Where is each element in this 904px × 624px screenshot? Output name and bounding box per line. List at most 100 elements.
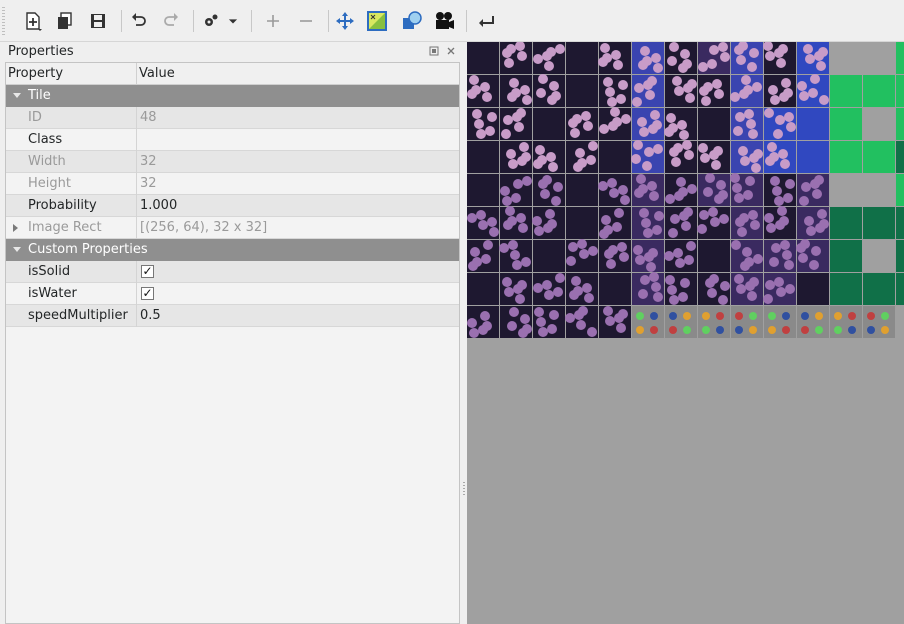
tile[interactable] bbox=[863, 75, 895, 107]
property-name: isSolid bbox=[28, 264, 71, 279]
tile[interactable] bbox=[599, 273, 631, 305]
tile[interactable] bbox=[533, 108, 565, 140]
tile[interactable] bbox=[764, 306, 796, 338]
tile[interactable] bbox=[467, 42, 499, 74]
issolid-checkbox[interactable]: ✓ bbox=[141, 265, 154, 278]
tile[interactable] bbox=[830, 207, 862, 239]
tile[interactable] bbox=[533, 240, 565, 272]
group-row-custom-properties[interactable]: Custom Properties bbox=[6, 239, 459, 261]
tile[interactable] bbox=[665, 306, 697, 338]
tileset-editor-window: Properties Property Value Tile ID 48 Cla… bbox=[0, 0, 904, 624]
property-row-image-rect[interactable]: Image Rect [(256, 64), 32 x 32] bbox=[6, 217, 459, 239]
toolbar-separator bbox=[328, 10, 329, 32]
property-row-height[interactable]: Height 32 bbox=[6, 173, 459, 195]
property-row-issolid[interactable]: isSolid ✓ bbox=[6, 261, 459, 283]
property-value: 48 bbox=[140, 110, 157, 125]
chevron-down-icon[interactable] bbox=[13, 247, 21, 252]
tile[interactable] bbox=[896, 207, 904, 239]
property-name: Width bbox=[28, 154, 66, 169]
toolbar bbox=[0, 0, 904, 42]
tile[interactable] bbox=[467, 174, 499, 206]
group-label: Tile bbox=[28, 88, 51, 103]
property-value[interactable]: 0.5 bbox=[140, 308, 161, 323]
dynamic-wrapping-icon[interactable] bbox=[333, 9, 357, 33]
property-name: Class bbox=[28, 132, 63, 147]
tile[interactable] bbox=[830, 141, 862, 173]
tile[interactable] bbox=[830, 240, 862, 272]
chevron-down-icon[interactable] bbox=[13, 93, 21, 98]
property-row-width[interactable]: Width 32 bbox=[6, 151, 459, 173]
property-table: Property Value Tile ID 48 Class Width 32… bbox=[5, 62, 460, 624]
edit-animation-icon[interactable] bbox=[432, 9, 456, 33]
tile[interactable] bbox=[698, 240, 730, 272]
toolbar-separator bbox=[466, 10, 467, 32]
tile[interactable] bbox=[830, 108, 862, 140]
close-icon[interactable] bbox=[445, 45, 457, 57]
tile[interactable] bbox=[863, 207, 895, 239]
toolbar-separator bbox=[251, 10, 252, 32]
column-header-value[interactable]: Value bbox=[139, 66, 175, 81]
tile[interactable] bbox=[566, 174, 598, 206]
chevron-down-icon[interactable] bbox=[224, 9, 242, 33]
tile[interactable] bbox=[566, 75, 598, 107]
column-header-property[interactable]: Property bbox=[8, 66, 63, 81]
property-row-iswater[interactable]: isWater ✓ bbox=[6, 283, 459, 305]
remove-property-icon[interactable] bbox=[294, 9, 318, 33]
tile[interactable] bbox=[797, 273, 829, 305]
tile[interactable] bbox=[830, 273, 862, 305]
tile[interactable] bbox=[896, 240, 904, 272]
terrain-dropdown-icon[interactable] bbox=[200, 9, 224, 33]
tile[interactable] bbox=[896, 108, 904, 140]
tile[interactable] bbox=[896, 42, 904, 74]
tile[interactable] bbox=[698, 306, 730, 338]
add-property-icon[interactable] bbox=[261, 9, 285, 33]
tile[interactable] bbox=[896, 141, 904, 173]
tileset-view[interactable] bbox=[467, 42, 904, 624]
property-value[interactable]: 1.000 bbox=[140, 198, 177, 213]
property-value: [(256, 64), 32 x 32] bbox=[140, 220, 268, 235]
redo-icon[interactable] bbox=[159, 9, 183, 33]
property-name: isWater bbox=[28, 286, 77, 301]
group-label: Custom Properties bbox=[28, 242, 148, 257]
property-row-speedmultiplier[interactable]: speedMultiplier 0.5 bbox=[6, 305, 459, 327]
tile[interactable] bbox=[731, 306, 763, 338]
panel-title: Properties bbox=[8, 44, 74, 59]
property-name: Image Rect bbox=[28, 220, 102, 235]
properties-panel: Properties Property Value Tile ID 48 Cla… bbox=[0, 42, 462, 624]
tile[interactable] bbox=[863, 306, 895, 338]
tile[interactable] bbox=[830, 75, 862, 107]
tile[interactable] bbox=[467, 273, 499, 305]
show-tileset-info-icon[interactable] bbox=[474, 9, 498, 33]
group-row-tile[interactable]: Tile bbox=[6, 85, 459, 107]
property-name: Probability bbox=[28, 198, 97, 213]
save-icon[interactable] bbox=[86, 9, 110, 33]
embed-tileset-icon[interactable] bbox=[53, 9, 77, 33]
tileset-image[interactable] bbox=[467, 42, 904, 624]
tile[interactable] bbox=[632, 306, 664, 338]
tile[interactable] bbox=[830, 306, 862, 338]
property-row-probability[interactable]: Probability 1.000 bbox=[6, 195, 459, 217]
tile[interactable] bbox=[599, 141, 631, 173]
tile[interactable] bbox=[896, 174, 904, 206]
edit-terrain-icon[interactable] bbox=[365, 9, 389, 33]
new-tileset-icon[interactable] bbox=[21, 9, 45, 33]
chevron-right-icon[interactable] bbox=[13, 224, 18, 232]
tile[interactable] bbox=[698, 108, 730, 140]
edit-collision-icon[interactable] bbox=[400, 9, 424, 33]
property-row-id[interactable]: ID 48 bbox=[6, 107, 459, 129]
tile[interactable] bbox=[566, 42, 598, 74]
tile[interactable] bbox=[863, 273, 895, 305]
toolbar-grip[interactable] bbox=[2, 7, 5, 35]
property-row-class[interactable]: Class bbox=[6, 129, 459, 151]
tile[interactable] bbox=[896, 75, 904, 107]
tile[interactable] bbox=[797, 141, 829, 173]
tile[interactable] bbox=[896, 273, 904, 305]
tile[interactable] bbox=[566, 207, 598, 239]
undo-icon[interactable] bbox=[127, 9, 151, 33]
tile[interactable] bbox=[797, 306, 829, 338]
tile[interactable] bbox=[467, 141, 499, 173]
iswater-checkbox[interactable]: ✓ bbox=[141, 287, 154, 300]
tile[interactable] bbox=[863, 141, 895, 173]
float-panel-icon[interactable] bbox=[428, 45, 440, 57]
tile[interactable] bbox=[797, 108, 829, 140]
